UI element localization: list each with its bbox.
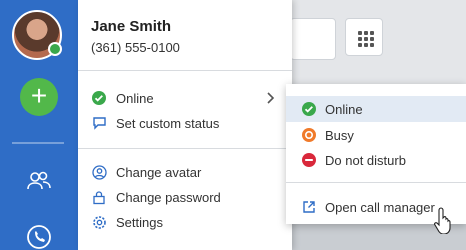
do-not-disturb-icon (302, 153, 316, 167)
change-password-label: Change password (116, 189, 221, 205)
settings-item[interactable]: Settings (91, 212, 281, 232)
add-button[interactable]: + (20, 78, 58, 116)
call-manager-label: Open call manager (325, 199, 435, 215)
online-icon (302, 102, 316, 116)
online-status-icon (91, 90, 107, 106)
status-option-label: Busy (325, 127, 354, 143)
gear-icon (91, 214, 107, 230)
submenu-divider (286, 182, 466, 183)
speech-bubble-icon (91, 115, 107, 131)
settings-label: Settings (116, 214, 163, 230)
status-option-busy[interactable]: Busy (286, 122, 466, 148)
phone-icon[interactable] (26, 224, 52, 250)
rail-divider (12, 142, 64, 144)
status-menu-item[interactable]: Online (91, 88, 281, 108)
status-label: Online (116, 90, 154, 106)
change-avatar-item[interactable]: Change avatar (91, 162, 281, 182)
status-submenu: Online Busy Do not disturb Open call man… (286, 84, 466, 224)
contacts-icon[interactable] (26, 168, 52, 194)
lock-icon (91, 189, 107, 205)
status-option-label: Online (325, 101, 363, 117)
hand-cursor-icon (434, 207, 451, 234)
menu-divider (78, 70, 292, 71)
custom-status-item[interactable]: Set custom status (91, 113, 281, 133)
status-option-do-not-disturb[interactable]: Do not disturb (286, 147, 466, 173)
background-field (290, 18, 336, 60)
left-rail: + (0, 0, 78, 250)
status-option-online[interactable]: Online (286, 96, 466, 122)
dialpad-button[interactable] (345, 18, 383, 56)
custom-status-label: Set custom status (116, 115, 220, 131)
user-phone: (361) 555-0100 (91, 40, 180, 55)
avatar-icon (91, 164, 107, 180)
busy-icon (302, 128, 316, 142)
presence-dot (48, 42, 62, 56)
external-link-icon (303, 201, 315, 213)
user-name: Jane Smith (91, 18, 172, 35)
menu-divider (78, 148, 292, 149)
chevron-right-icon (267, 92, 275, 104)
status-option-label: Do not disturb (325, 152, 406, 168)
change-password-item[interactable]: Change password (91, 187, 281, 207)
user-menu: Jane Smith (361) 555-0100 Online Set cus… (78, 0, 292, 250)
change-avatar-label: Change avatar (116, 164, 202, 180)
